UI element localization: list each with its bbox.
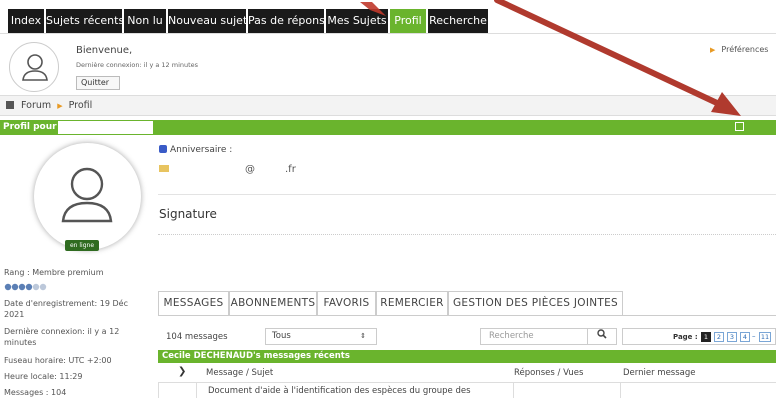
last-visit-text: Dernière connexion: il y a 12 minutes — [76, 61, 199, 69]
pagination: Page : 1 2 3 4 – 11 — [622, 328, 776, 345]
profile-avatar — [34, 143, 141, 250]
birthday-icon — [159, 145, 167, 153]
rank-text: Rang : Membre premium — [4, 268, 104, 277]
tab-favorites[interactable]: FAVORIS — [317, 291, 376, 315]
topic-link[interactable]: Document d'aide à l'identification des e… — [208, 386, 471, 396]
tab-messages[interactable]: MESSAGES — [158, 291, 229, 315]
welcome-panel: Bienvenue, Dernière connexion: il y a 12… — [0, 34, 776, 96]
rank-stars-icon — [4, 283, 47, 291]
tab-unread[interactable]: Non lu — [124, 9, 166, 33]
divider — [513, 383, 514, 398]
divider — [158, 194, 776, 195]
preferences-label: Préférences — [721, 45, 769, 54]
breadcrumb: Forum ▶ Profil — [0, 96, 776, 116]
page-4[interactable]: 4 — [740, 332, 750, 342]
recent-messages-title: Cecile DECHENAUD's messages récents — [158, 350, 776, 363]
table-row[interactable]: Document d'aide à l'identification des e… — [158, 383, 776, 398]
tab-attachments[interactable]: GESTION DES PIÈCES JOINTES — [448, 291, 623, 315]
divider — [158, 234, 776, 235]
tab-new-topic[interactable]: Nouveau sujet — [168, 9, 247, 33]
profile-title: Profil pour — [3, 122, 57, 132]
filter-select[interactable]: Tous ⇕ — [265, 328, 377, 345]
mail-icon — [159, 165, 169, 172]
tab-thanks[interactable]: REMERCIER — [376, 291, 448, 315]
tab-profile[interactable]: Profil — [390, 9, 426, 33]
profile-header-bar: Profil pour Editer — [0, 120, 776, 148]
email-row[interactable]: @ .fr — [159, 164, 296, 175]
tab-search[interactable]: Recherche — [428, 9, 488, 33]
divider — [196, 383, 197, 398]
birthday-row: Anniversaire : — [159, 145, 232, 155]
breadcrumb-forum[interactable]: Forum — [21, 100, 51, 111]
online-badge: en ligne — [65, 240, 99, 251]
page-3[interactable]: 3 — [727, 332, 737, 342]
tab-index[interactable]: Index — [8, 9, 44, 33]
page-last[interactable]: 11 — [759, 332, 771, 342]
registration-date: Date d'enregistrement: 19 Déc 2021 — [4, 299, 128, 319]
user-icon — [22, 54, 48, 81]
select-caret-icon: ⇕ — [360, 332, 366, 340]
tab-subscriptions[interactable]: ABONNEMENTS — [229, 291, 317, 315]
column-subject: Message / Sujet — [206, 368, 274, 378]
forum-icon — [6, 101, 14, 109]
page-gap-icon: – — [752, 332, 756, 340]
column-replies: Réponses / Vues — [514, 368, 584, 378]
messages-count: 104 messages — [166, 332, 228, 342]
messages-toolbar: 104 messages Tous ⇕ Recherche Page : 1 2… — [158, 327, 776, 347]
search-button[interactable] — [587, 328, 617, 345]
last-connection: Dernière connexion: il y a 12 minutes — [4, 327, 120, 347]
email-at: @ — [245, 164, 255, 175]
breadcrumb-profile[interactable]: Profil — [69, 100, 93, 111]
quit-button[interactable]: Quitter — [76, 76, 120, 90]
divider — [620, 383, 621, 398]
signature-heading: Signature — [159, 207, 217, 221]
top-navigation: Index Sujets récents Non lu Nouveau suje… — [0, 0, 776, 34]
welcome-title: Bienvenue, — [76, 45, 133, 56]
user-icon — [61, 167, 113, 223]
preferences-link[interactable]: ▶ Préférences — [710, 45, 768, 54]
divider — [158, 383, 159, 398]
tab-no-reply[interactable]: Pas de réponse — [248, 9, 332, 33]
edit-profile-link[interactable]: Editer — [735, 120, 776, 150]
table-header: ❯ Message / Sujet Réponses / Vues Dernie… — [158, 363, 776, 383]
filter-value: Tous — [272, 331, 291, 341]
timezone: Fuseau horaire: UTC +2:00 — [4, 356, 112, 365]
birthday-label: Anniversaire : — [170, 145, 233, 155]
tab-recent-topics[interactable]: Sujets récents — [46, 9, 124, 33]
search-icon — [597, 329, 607, 339]
local-time: Heure locale: 11:29 — [4, 372, 83, 381]
edit-icon — [735, 122, 744, 131]
column-last-post: Dernier message — [623, 368, 696, 378]
avatar[interactable] — [9, 42, 59, 92]
breadcrumb-separator-icon: ▶ — [57, 102, 63, 110]
page-1[interactable]: 1 — [701, 332, 711, 342]
tabs-baseline — [158, 315, 776, 316]
caret-right-icon: ▶ — [710, 46, 716, 54]
message-count: Messages : 104 — [4, 388, 67, 397]
tab-my-topics[interactable]: Mes Sujets — [326, 9, 388, 33]
edit-label: Editer — [735, 137, 769, 148]
email-domain: .fr — [285, 164, 296, 175]
redacted-username — [58, 121, 153, 134]
page-label: Page : — [673, 333, 698, 341]
page-2[interactable]: 2 — [714, 332, 724, 342]
chevron-down-icon[interactable]: ❯ — [178, 366, 186, 377]
search-input[interactable]: Recherche — [480, 328, 587, 345]
